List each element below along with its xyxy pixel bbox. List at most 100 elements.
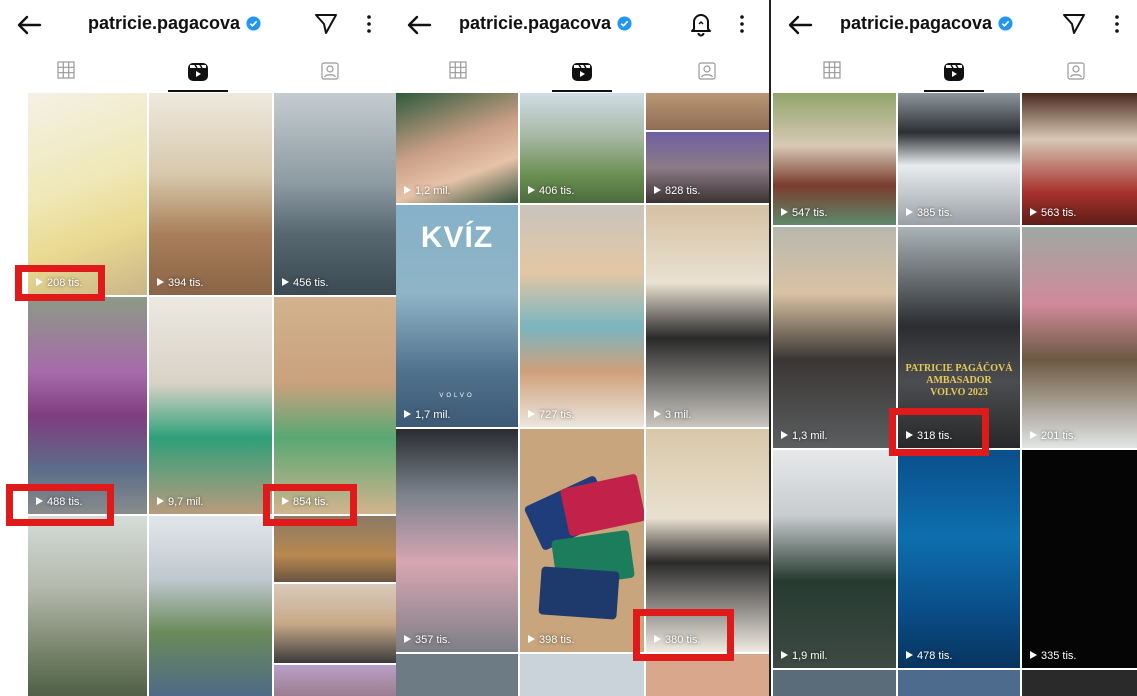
more-vertical-icon[interactable] bbox=[734, 11, 750, 37]
more-vertical-icon[interactable] bbox=[1109, 11, 1125, 37]
tab-grid[interactable] bbox=[771, 52, 893, 92]
profile-username[interactable]: patricie.pagacova bbox=[88, 13, 261, 34]
tab-grid[interactable] bbox=[396, 52, 520, 92]
reel-tile[interactable] bbox=[274, 516, 396, 582]
screenshot-collage: patricie.pagacova 208 tis. 394 tis. 456 … bbox=[0, 0, 1137, 696]
reel-tile[interactable]: PATRICIE PAGÁČOVÁ AMBASADOR VOLVO 2023 318 … bbox=[898, 227, 1020, 448]
tagged-icon bbox=[1067, 62, 1085, 80]
reel-tile[interactable] bbox=[520, 654, 644, 696]
reel-view-count: 828 tis. bbox=[654, 185, 700, 197]
play-icon bbox=[1030, 651, 1037, 659]
send-icon[interactable] bbox=[1061, 11, 1087, 37]
reel-tile[interactable]: 394 tis. bbox=[149, 93, 272, 295]
profile-username[interactable]: patricie.pagacova bbox=[840, 13, 1013, 34]
play-icon bbox=[282, 497, 289, 505]
reel-tile[interactable] bbox=[646, 93, 769, 130]
arrow-left-icon[interactable] bbox=[785, 10, 815, 40]
username-text: patricie.pagacova bbox=[459, 13, 612, 33]
play-icon bbox=[906, 651, 913, 659]
reel-tile[interactable] bbox=[773, 670, 896, 696]
reel-tile[interactable] bbox=[1022, 670, 1137, 696]
tab-reels[interactable] bbox=[520, 52, 644, 92]
reel-tile[interactable] bbox=[274, 665, 396, 696]
play-icon bbox=[1030, 208, 1037, 216]
play-icon bbox=[654, 410, 661, 418]
reel-tile[interactable]: 1,9 mil. bbox=[773, 450, 896, 668]
reel-tile[interactable]: KVÍZ VOLVO 1,7 mil. bbox=[396, 205, 518, 427]
reel-tile[interactable] bbox=[28, 516, 147, 696]
reel-tile[interactable]: 357 tis. bbox=[396, 429, 518, 652]
tab-tagged[interactable] bbox=[264, 52, 396, 92]
volvo-logo: VOLVO bbox=[439, 393, 475, 399]
reel-tile[interactable]: 456 tis. bbox=[274, 93, 396, 295]
verified-badge-icon bbox=[998, 16, 1013, 31]
reel-view-count: 488 tis. bbox=[36, 496, 82, 508]
play-icon bbox=[528, 635, 535, 643]
reel-tile[interactable]: 828 tis. bbox=[646, 132, 769, 203]
reel-view-count: 318 tis. bbox=[906, 430, 952, 442]
play-icon bbox=[282, 278, 289, 286]
reel-tile[interactable] bbox=[149, 516, 272, 696]
arrow-left-icon[interactable] bbox=[14, 10, 44, 40]
profile-reels-panel-3: patricie.pagacova 547 tis. 385 tis. 563 … bbox=[769, 0, 1137, 696]
verified-badge-icon bbox=[246, 16, 261, 31]
reel-tile[interactable]: 1,3 mil. bbox=[773, 227, 896, 448]
reel-view-count: 854 tis. bbox=[282, 496, 328, 508]
grid-icon bbox=[57, 61, 75, 79]
tab-reels[interactable] bbox=[893, 52, 1015, 92]
reel-tile[interactable]: 380 tis. bbox=[646, 429, 769, 652]
tab-tagged[interactable] bbox=[1015, 52, 1137, 92]
profile-tabs bbox=[771, 52, 1137, 92]
reel-tile[interactable]: 335 tis. bbox=[1022, 450, 1137, 668]
reels-grid: 1,2 mil. 406 tis. 828 tis. KVÍZ VOLVO 1,7 … bbox=[396, 93, 769, 696]
reel-view-count: 727 tis. bbox=[528, 409, 574, 421]
username-text: patricie.pagacova bbox=[88, 13, 241, 33]
play-icon bbox=[906, 208, 913, 216]
play-icon bbox=[781, 208, 788, 216]
reel-tile[interactable]: 208 tis. bbox=[28, 93, 147, 295]
reel-tile[interactable] bbox=[898, 670, 1020, 696]
tab-grid[interactable] bbox=[0, 52, 132, 92]
reel-tile[interactable]: 547 tis. bbox=[773, 93, 896, 225]
reel-view-count: 357 tis. bbox=[404, 634, 450, 646]
reel-tile[interactable] bbox=[396, 654, 518, 696]
reel-view-count: 1,2 mil. bbox=[404, 185, 450, 197]
reel-tile[interactable]: 727 tis. bbox=[520, 205, 644, 427]
reel-tile[interactable]: 406 tis. bbox=[520, 93, 644, 203]
reels-icon bbox=[572, 63, 592, 81]
tab-reels[interactable] bbox=[132, 52, 264, 92]
reel-view-count: 3 mil. bbox=[654, 409, 691, 421]
reel-tile[interactable]: 385 tis. bbox=[898, 93, 1020, 225]
reel-tile[interactable]: 201 tis. bbox=[1022, 227, 1137, 448]
profile-username[interactable]: patricie.pagacova bbox=[459, 13, 632, 34]
reel-tile[interactable]: 563 tis. bbox=[1022, 93, 1137, 225]
more-vertical-icon[interactable] bbox=[361, 11, 377, 37]
reel-view-count: 208 tis. bbox=[36, 277, 82, 289]
reel-tile[interactable]: 1,2 mil. bbox=[396, 93, 518, 203]
reel-view-count: 394 tis. bbox=[157, 277, 203, 289]
reel-tile[interactable]: 488 tis. bbox=[28, 297, 147, 514]
arrow-left-icon[interactable] bbox=[404, 10, 434, 40]
reels-grid: 547 tis. 385 tis. 563 tis. 1,3 mil. PATR… bbox=[771, 93, 1137, 696]
reel-tile[interactable]: 478 tis. bbox=[898, 450, 1020, 668]
tab-tagged[interactable] bbox=[644, 52, 769, 92]
play-icon bbox=[404, 635, 411, 643]
play-icon bbox=[404, 186, 411, 194]
reel-tile[interactable]: 9,7 mil. bbox=[149, 297, 272, 514]
profile-tabs bbox=[0, 52, 396, 92]
send-icon[interactable] bbox=[313, 11, 339, 37]
verified-badge-icon bbox=[617, 16, 632, 31]
play-icon bbox=[654, 186, 661, 194]
reel-tile[interactable] bbox=[274, 584, 396, 663]
reel-tile[interactable] bbox=[646, 654, 769, 696]
reel-view-count: 1,7 mil. bbox=[404, 409, 450, 421]
bell-icon[interactable] bbox=[688, 11, 714, 37]
reel-view-count: 547 tis. bbox=[781, 207, 827, 219]
play-icon bbox=[36, 497, 43, 505]
reel-tile[interactable]: 398 tis. bbox=[520, 429, 644, 652]
reels-icon bbox=[944, 63, 964, 81]
reel-tile[interactable]: 3 mil. bbox=[646, 205, 769, 427]
kviz-title: KVÍZ bbox=[420, 221, 494, 254]
play-icon bbox=[528, 410, 535, 418]
reel-tile[interactable]: 854 tis. bbox=[274, 297, 396, 514]
